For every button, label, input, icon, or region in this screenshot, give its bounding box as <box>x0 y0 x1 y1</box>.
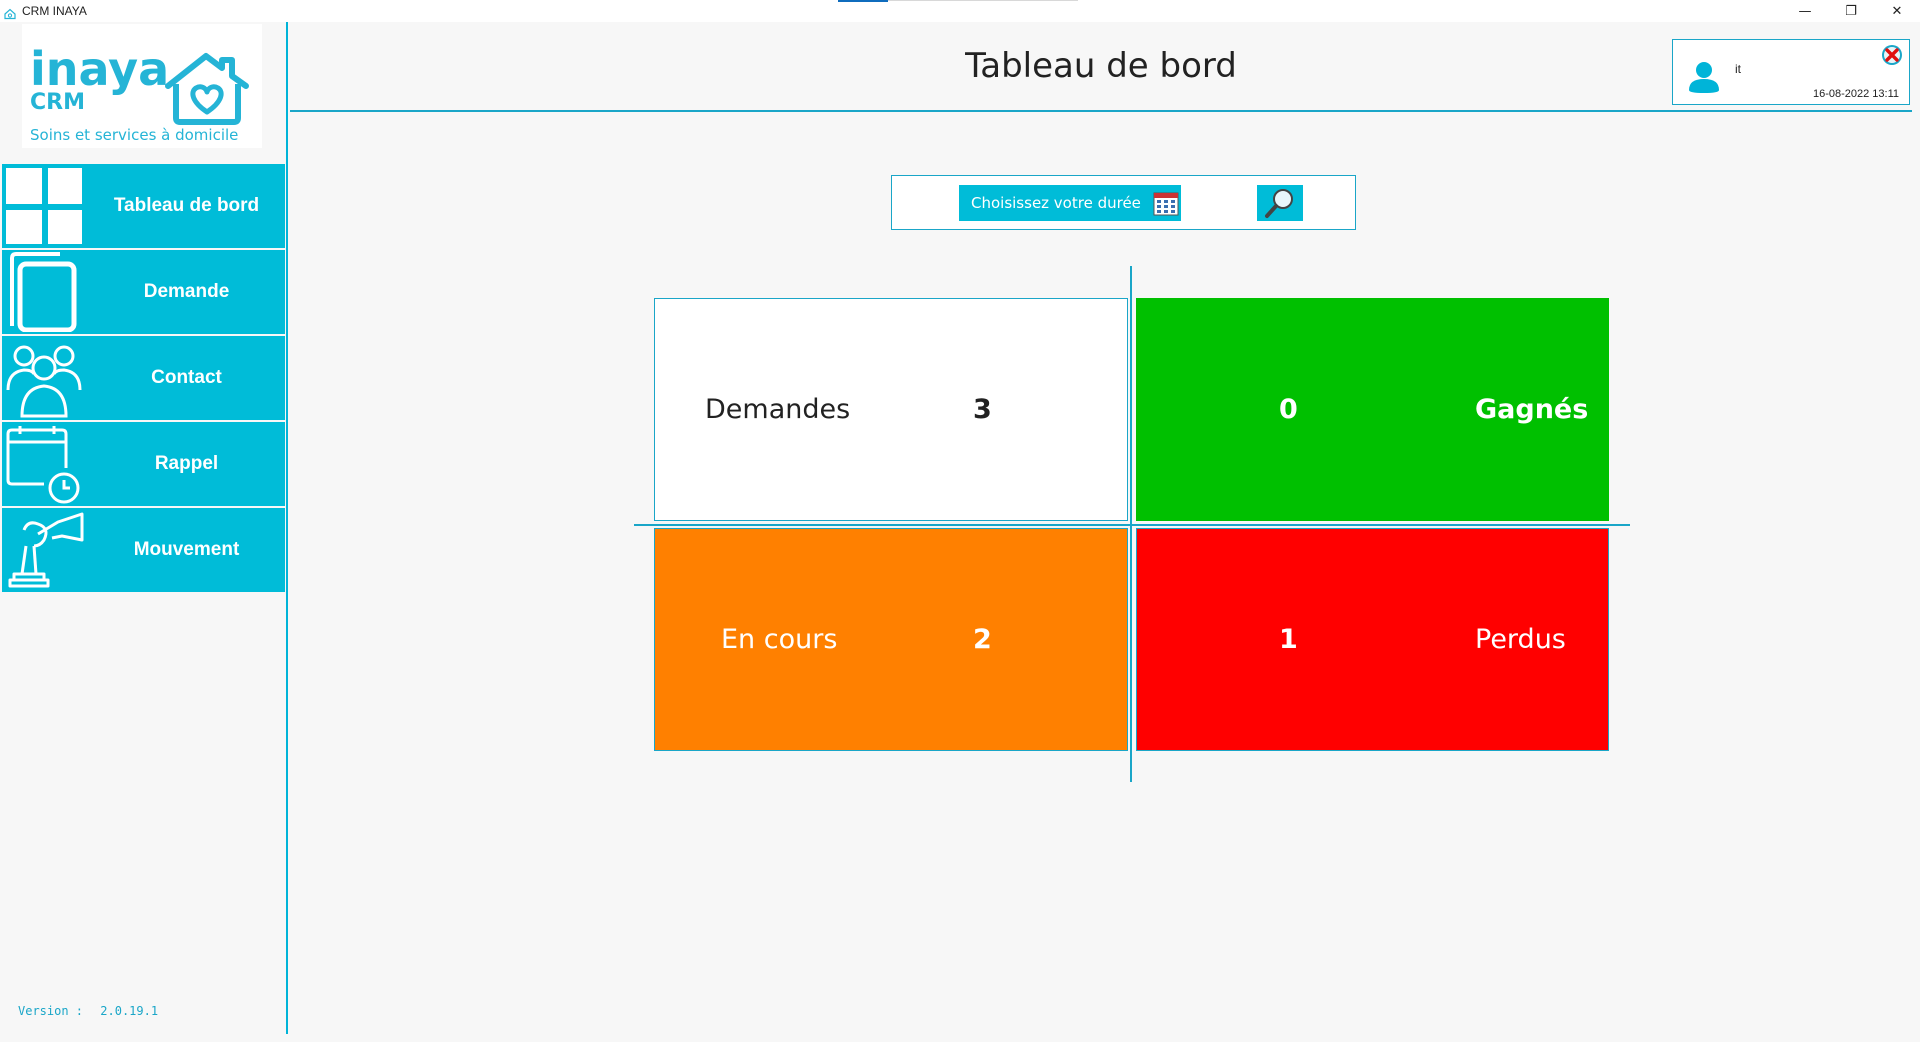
stat-count: 2 <box>973 624 992 655</box>
stat-label: En cours <box>721 624 838 655</box>
stat-count: 1 <box>1279 624 1298 655</box>
restore-button[interactable]: ❐ <box>1828 0 1874 22</box>
stat-tile-demandes[interactable]: Demandes 3 <box>654 298 1128 521</box>
sidebar-item-label: Mouvement <box>133 539 240 560</box>
window-titlebar: CRM INAYA — ❐ ✕ <box>0 0 1920 22</box>
sidebar-item-label: Rappel <box>154 453 219 474</box>
logo-brand: inaya <box>30 42 170 96</box>
user-card: it 16-08-2022 13:11 <box>1672 39 1910 105</box>
search-button[interactable] <box>1257 185 1303 221</box>
login-datetime: 16-08-2022 13:11 <box>1812 88 1899 100</box>
titlebar-accent <box>838 0 888 2</box>
sidebar-item-label: Tableau de bord <box>113 195 260 216</box>
stat-tile-perdus[interactable]: 1 Perdus <box>1136 528 1609 751</box>
version-value: 2.0.19.1 <box>100 1004 159 1018</box>
sidebar-item-rappel[interactable]: Rappel <box>2 422 285 506</box>
dashboard-grid-icon <box>6 168 82 244</box>
sidebar-nav: Tableau de bord Demande Contact Rappel M… <box>2 164 285 594</box>
user-name: it <box>1735 62 1741 76</box>
version-label: Version : <box>18 1004 84 1018</box>
logout-close-icon[interactable] <box>1881 44 1903 66</box>
page-title: Tableau de bord <box>965 46 1237 86</box>
sidebar-item-label: Contact <box>151 367 222 388</box>
sidebar-item-label: Demande <box>143 281 230 302</box>
sidebar: inaya CRM Soins et services à domicile T… <box>0 22 288 1034</box>
window-controls: — ❐ ✕ <box>1782 0 1920 22</box>
calendar-clock-icon <box>6 426 80 504</box>
grid-horizontal-divider <box>634 524 1630 526</box>
minimize-button[interactable]: — <box>1782 0 1828 22</box>
magnifier-icon <box>1265 189 1293 218</box>
window-title: CRM INAYA <box>22 4 87 18</box>
stat-count: 3 <box>973 394 992 425</box>
user-avatar-icon <box>1689 62 1719 93</box>
page-header: Tableau de bord it 16-08-2022 13:11 <box>290 22 1912 112</box>
tablet-icon <box>10 252 77 332</box>
house-heart-icon <box>165 53 249 125</box>
titlebar-divider <box>888 0 1078 1</box>
logo-product: CRM <box>30 90 85 115</box>
stat-label: Gagnés <box>1475 394 1589 425</box>
version-info: Version : 2.0.19.1 <box>18 1004 158 1018</box>
sidebar-item-contact[interactable]: Contact <box>2 336 285 420</box>
stat-label: Demandes <box>705 394 851 425</box>
close-window-button[interactable]: ✕ <box>1874 0 1920 22</box>
logo: inaya CRM Soins et services à domicile <box>22 24 262 148</box>
choose-duration-label: Choisissez votre durée <box>971 194 1141 212</box>
stat-tile-en-cours[interactable]: En cours 2 <box>654 528 1128 751</box>
chess-piece-icon <box>8 512 84 588</box>
calendar-icon <box>1153 192 1179 216</box>
sidebar-item-tableau-de-bord[interactable]: Tableau de bord <box>2 164 285 248</box>
sidebar-item-mouvement[interactable]: Mouvement <box>2 508 285 592</box>
stat-tile-gagnes[interactable]: 0 Gagnés <box>1136 298 1609 521</box>
contacts-group-icon <box>6 345 82 418</box>
app-icon <box>4 5 16 20</box>
stat-count: 0 <box>1279 394 1298 425</box>
logo-tagline: Soins et services à domicile <box>30 126 239 144</box>
sidebar-item-demande[interactable]: Demande <box>2 250 285 334</box>
filter-bar: Choisissez votre durée <box>891 175 1356 230</box>
stat-label: Perdus <box>1475 624 1566 655</box>
choose-duration-button[interactable]: Choisissez votre durée <box>959 185 1181 221</box>
